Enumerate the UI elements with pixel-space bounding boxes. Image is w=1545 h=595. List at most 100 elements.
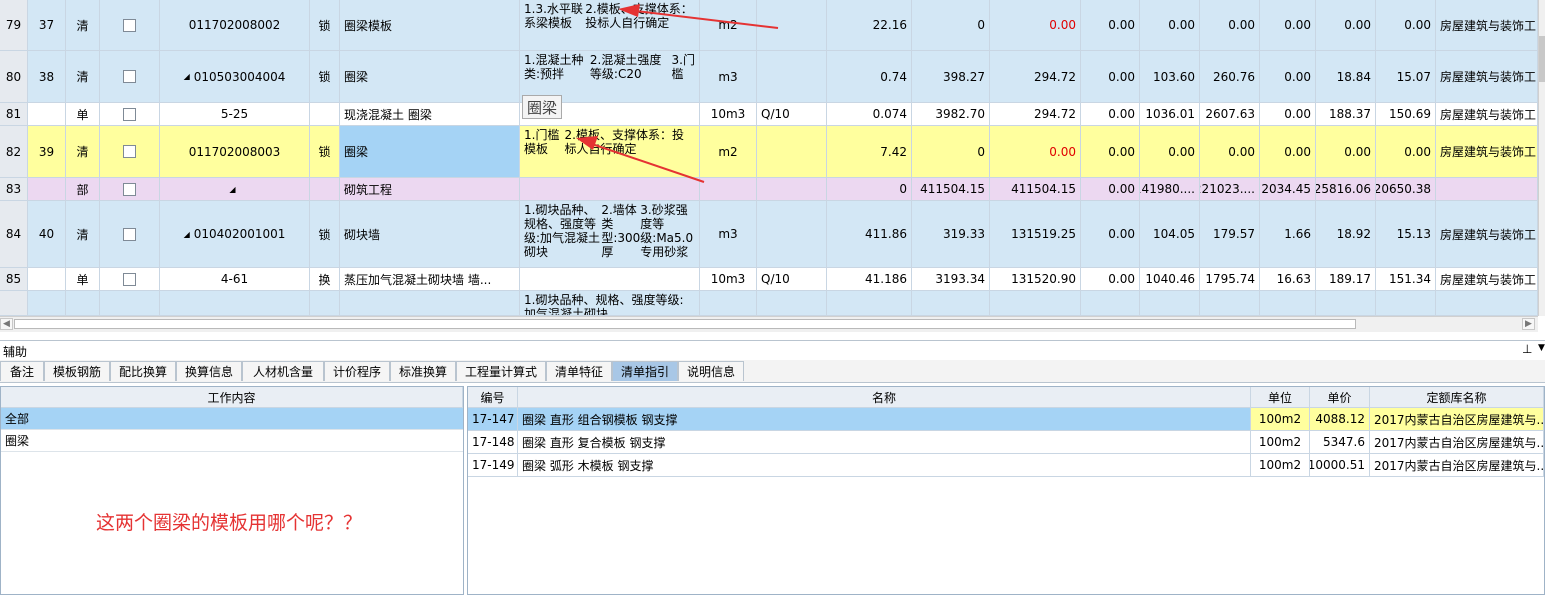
unit2-cell[interactable] [757,201,827,268]
c3-cell[interactable]: 179.57 [1200,201,1260,268]
qty-cell[interactable]: 411.86 [827,201,912,268]
row-checkbox-cell[interactable] [100,103,160,126]
unit-cell[interactable] [700,178,757,201]
c3-cell[interactable]: 0.00 [1200,0,1260,51]
c1-cell[interactable]: 0.00 [1081,51,1140,103]
name-cell[interactable]: 圈梁 [340,51,520,103]
type-cell[interactable] [66,291,100,316]
name-cell[interactable]: 圈梁模板 [340,0,520,51]
price-cell[interactable]: 398.27 [912,51,990,103]
spec-cell[interactable]: 房屋建筑与装饰工 [1436,51,1538,103]
tab-5[interactable]: 计价程序 [324,361,390,381]
total-cell[interactable]: 294.72 [990,103,1081,126]
tree-expand-icon[interactable]: ◢ [184,72,190,81]
lock-cell[interactable]: 锁 [310,126,340,178]
c5-cell[interactable]: 0.00 [1316,0,1376,51]
c4-cell[interactable]: 0.00 [1260,0,1316,51]
c4-cell[interactable]: 0.00 [1260,103,1316,126]
price-cell[interactable]: 3982.70 [912,103,990,126]
c3-cell[interactable]: 2607.63 [1200,103,1260,126]
type-cell[interactable]: 单 [66,103,100,126]
work-content-item[interactable]: 圈梁 [1,430,463,452]
spec-cell[interactable] [1436,291,1538,316]
seq-cell[interactable]: 39 [28,126,66,178]
grid-row[interactable]: 80 38 清 ◢ 010503004004 锁圈梁 1.混凝土种类:预拌 2.混凝土强度等级… [0,51,1538,103]
c3-cell[interactable]: 1795.74 [1200,268,1260,291]
feature-cell[interactable]: 1.砌块品种、规格、强度等级:加气混凝土砌块 [520,291,700,316]
grid-horizontal-scrollbar[interactable]: ◀ ▶ [0,316,1538,332]
unit2-cell[interactable] [757,178,827,201]
spec-cell[interactable]: 房屋建筑与装饰工 [1436,201,1538,268]
c4-cell[interactable]: 0.00 [1260,126,1316,178]
row-checkbox-cell[interactable] [100,0,160,51]
grid-row[interactable]: 81 单 5-25 现浇混凝土 圈梁 10m3 Q/10 0.074 3982.70 294.7… [0,103,1538,126]
type-cell[interactable]: 清 [66,201,100,268]
grid-row[interactable]: 1.砌块品种、规格、强度等级:加气混凝土砌块 [0,291,1538,316]
unit-cell[interactable]: m2 [700,0,757,51]
total-cell[interactable]: 0.00 [990,126,1081,178]
spec-cell[interactable]: 房屋建筑与装饰工 [1436,268,1538,291]
c5-cell[interactable]: 25816.06 [1316,178,1376,201]
seq-cell[interactable] [28,178,66,201]
c2-cell[interactable]: 0.00 [1140,0,1200,51]
seq-cell[interactable]: 38 [28,51,66,103]
row-checkbox[interactable] [123,18,136,32]
code-cell[interactable]: 4-61 [160,268,310,291]
total-cell[interactable]: 131520.90 [990,268,1081,291]
type-cell[interactable]: 部 [66,178,100,201]
name-cell[interactable]: 砌筑工程 [340,178,520,201]
guide-header-name[interactable]: 名称 [518,387,1251,408]
c6-cell[interactable] [1376,291,1436,316]
code-cell[interactable]: 5-25 [160,103,310,126]
grid-row[interactable]: 84 40 清 ◢ 010402001001 锁砌块墙 1.砌块品种、规格、强度等级:加气混… [0,201,1538,268]
price-cell[interactable]: 411504.15 [912,178,990,201]
unit2-cell[interactable]: Q/10 [757,103,827,126]
feature-cell[interactable] [520,178,700,201]
code-cell[interactable]: ◢ 010503004004 [160,51,310,103]
pin-icon[interactable]: ⊥ [1522,342,1532,356]
type-cell[interactable]: 单 [66,268,100,291]
c1-cell[interactable]: 0.00 [1081,0,1140,51]
grid-row[interactable]: 83 部 ◢ 砌筑工程 0 411504.15 411504.15 0.00 141980...… [0,178,1538,201]
code-cell[interactable]: ◢ [160,178,310,201]
row-checkbox[interactable] [123,70,136,83]
feature-cell[interactable]: 1.砌块品种、规格、强度等级:加气混凝土砌块 2.墙体类型:300厚 3.砂浆强度等… [520,201,700,268]
c6-cell[interactable]: 15.13 [1376,201,1436,268]
feature-cell[interactable]: 1.门槛模板 2.模板、支撑体系：投标人自行确定 [520,126,700,178]
row-checkbox[interactable] [123,227,136,241]
c1-cell[interactable]: 0.00 [1081,103,1140,126]
c3-cell[interactable]: 0.00 [1200,126,1260,178]
price-cell[interactable]: 3193.34 [912,268,990,291]
tab-0[interactable]: 备注 [0,361,44,381]
guide-header-code[interactable]: 编号 [468,387,518,408]
tree-expand-icon[interactable]: ◢ [229,185,235,194]
c2-cell[interactable] [1140,291,1200,316]
c1-cell[interactable]: 0.00 [1081,268,1140,291]
tab-2[interactable]: 配比换算 [110,361,176,381]
name-cell[interactable]: 圈梁 [340,126,520,178]
total-cell[interactable]: 294.72 [990,51,1081,103]
vertical-scroll-thumb[interactable] [1539,36,1545,82]
c1-cell[interactable] [1081,291,1140,316]
type-cell[interactable]: 清 [66,51,100,103]
scroll-left-arrow-icon[interactable]: ◀ [0,318,13,330]
price-cell[interactable]: 0 [912,0,990,51]
code-cell[interactable]: ◢ 010402001001 [160,201,310,268]
grid-row[interactable]: 82 39 清 011702008003 锁圈梁 1.门槛模板 2.模板、支撑体系：投标人自… [0,126,1538,178]
c5-cell[interactable]: 189.17 [1316,268,1376,291]
qty-cell[interactable]: 22.16 [827,0,912,51]
c5-cell[interactable]: 0.00 [1316,126,1376,178]
qty-cell[interactable]: 0.74 [827,51,912,103]
row-checkbox[interactable] [123,145,136,158]
name-cell[interactable] [340,291,520,316]
lock-cell[interactable]: 锁 [310,51,340,103]
grid-vertical-scrollbar[interactable] [1538,0,1545,316]
c6-cell[interactable]: 0.00 [1376,0,1436,51]
unit2-cell[interactable] [757,126,827,178]
lock-cell[interactable] [310,103,340,126]
guide-header-lib[interactable]: 定额库名称 [1370,387,1544,408]
guide-row[interactable]: 17-148 圈梁 直形 复合模板 钢支撑 100m2 5347.6 2017内蒙古自治… [468,431,1544,454]
chevron-down-icon[interactable]: ▼ [1538,343,1545,353]
c2-cell[interactable]: 1036.01 [1140,103,1200,126]
tab-10[interactable]: 说明信息 [678,361,744,381]
